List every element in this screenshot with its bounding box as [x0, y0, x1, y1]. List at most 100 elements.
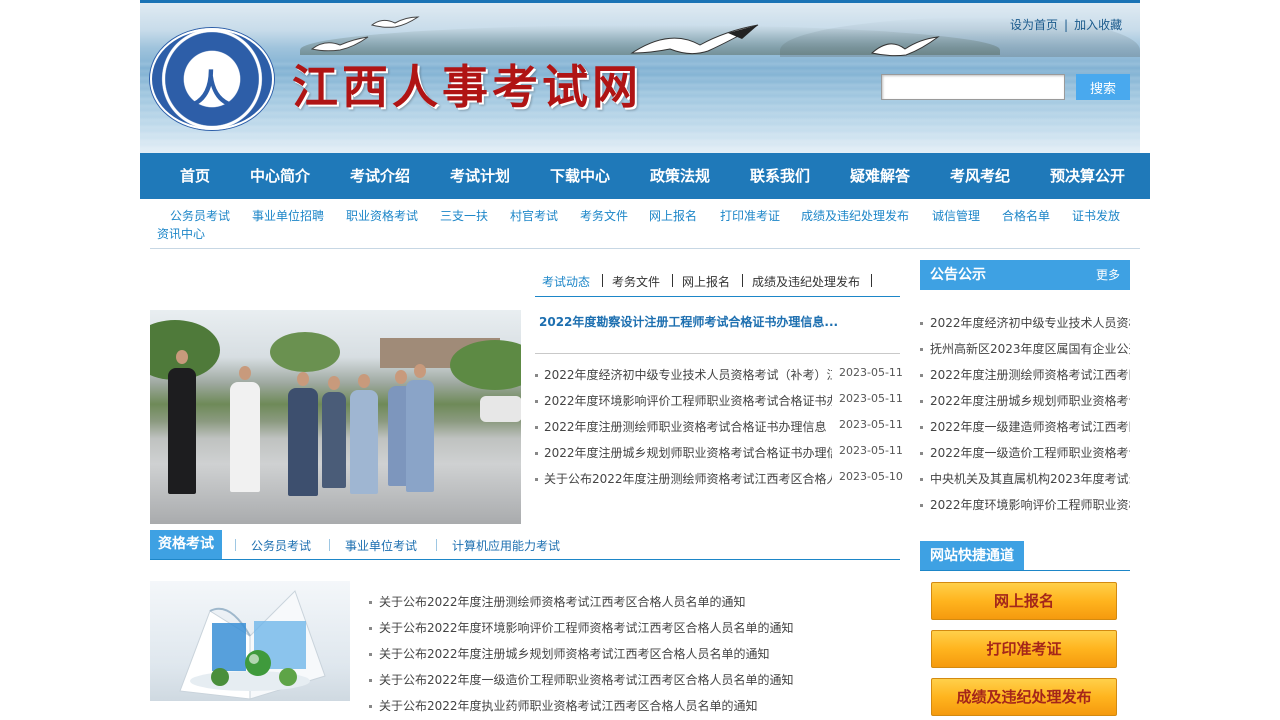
tab-civil-service[interactable]: 公务员考试: [251, 537, 311, 554]
bullet-icon: [920, 504, 923, 507]
nav-item-faq[interactable]: 疑难解答: [850, 153, 910, 199]
divider: [329, 539, 330, 551]
nav-item-budget[interactable]: 预决算公开: [1050, 153, 1125, 199]
main-nav: 首页 中心简介 考试介绍 考试计划 下载中心 政策法规 联系我们 疑难解答 考风…: [140, 153, 1150, 199]
notice-item-title[interactable]: 2022年度一级造价工程师职业资格考试: [930, 444, 1130, 461]
divider: [672, 274, 673, 287]
tab-exam-news[interactable]: 考试动态: [542, 273, 590, 290]
bullet-icon: [920, 374, 923, 377]
bullet-icon: [369, 705, 372, 708]
subnav-item-registration[interactable]: 网上报名: [649, 207, 697, 224]
news-item-title[interactable]: 2022年度注册城乡规划师职业资格考试合格证书办理信息: [544, 444, 832, 461]
subnav-item-qualification[interactable]: 职业资格考试: [346, 207, 418, 224]
notice-item-title[interactable]: 2022年度注册城乡规划师职业资格考试: [930, 392, 1130, 409]
photo-person-head: [239, 366, 251, 380]
list-item: 2022年度注册城乡规划师职业资格考试: [920, 392, 1130, 412]
qual-item-title[interactable]: 关于公布2022年度一级造价工程师职业资格考试江西考区合格人员名单的通知: [379, 671, 794, 688]
nav-item-contact[interactable]: 联系我们: [750, 153, 810, 199]
photo-tree: [270, 332, 340, 372]
notice-item-title[interactable]: 2022年度经济初中级专业技术人员资格考试: [930, 314, 1130, 331]
qual-item-title[interactable]: 关于公布2022年度注册城乡规划师资格考试江西考区合格人员名单的通知: [379, 645, 770, 662]
news-photo[interactable]: [150, 310, 521, 524]
news-item-title[interactable]: 2022年度环境影响评价工程师职业资格考试合格证书办理信息: [544, 392, 832, 409]
notice-item-title[interactable]: 抚州高新区2023年度区属国有企业公开招聘: [930, 340, 1130, 357]
nav-item-policy[interactable]: 政策法规: [650, 153, 710, 199]
nav-item-home[interactable]: 首页: [180, 153, 210, 199]
nav-item-discipline[interactable]: 考风考纪: [950, 153, 1010, 199]
tab-exam-docs[interactable]: 考务文件: [612, 273, 660, 290]
header-banner: 人 江西人事考试网 设为首页 | 加入收藏 搜索: [140, 0, 1140, 153]
scores-button[interactable]: 成绩及违纪处理发布: [931, 678, 1117, 716]
list-item: 关于公布2022年度执业药师职业资格考试江西考区合格人员名单的通知: [369, 697, 889, 717]
qualification-title: 资格考试: [150, 530, 222, 559]
qual-item-title[interactable]: 关于公布2022年度执业药师职业资格考试江西考区合格人员名单的通知: [379, 697, 758, 714]
subnav-item-scores[interactable]: 成绩及违纪处理发布: [801, 207, 909, 224]
set-homepage-link[interactable]: 设为首页: [1010, 18, 1058, 32]
news-item-title[interactable]: 2022年度经济初中级专业技术人员资格考试（补考）江西考区合格人员名单: [544, 366, 832, 383]
photo-tree: [450, 340, 521, 390]
divider: [871, 274, 872, 287]
photo-person-head: [414, 364, 426, 378]
news-item-date: 2023-05-11: [839, 392, 903, 405]
print-ticket-button[interactable]: 打印准考证: [931, 630, 1117, 668]
add-favorite-link[interactable]: 加入收藏: [1074, 18, 1122, 32]
news-headline[interactable]: 2022年度勘察设计注册工程师考试合格证书办理信息...: [539, 313, 838, 330]
search-button[interactable]: 搜索: [1076, 74, 1130, 100]
online-registration-button[interactable]: 网上报名: [931, 582, 1117, 620]
page: 人 江西人事考试网 设为首页 | 加入收藏 搜索 首页 中心简介 考试介绍 考试计划…: [140, 0, 1150, 720]
notice-item-title[interactable]: 2022年度环境影响评价工程师职业资格考试: [930, 496, 1130, 513]
list-item: 2022年度经济初中级专业技术人员资格考试（补考）江西考区合格人员名单 2023…: [535, 366, 903, 386]
bullet-icon: [920, 478, 923, 481]
site-title: 江西人事考试网: [292, 60, 642, 114]
list-item: 关于公布2022年度注册城乡规划师资格考试江西考区合格人员名单的通知: [369, 645, 889, 665]
photo-person: [406, 380, 434, 492]
subnav-item-village[interactable]: 村官考试: [510, 207, 558, 224]
list-item: 2022年度一级建造师资格考试江西考区: [920, 418, 1130, 438]
bullet-icon: [369, 653, 372, 656]
subnav-item-institution[interactable]: 事业单位招聘: [252, 207, 324, 224]
list-item: 2022年度一级造价工程师职业资格考试: [920, 444, 1130, 464]
photo-person-head: [176, 350, 188, 364]
bullet-icon: [535, 374, 538, 377]
tab-institution[interactable]: 事业单位考试: [345, 537, 417, 554]
news-item-title[interactable]: 2022年度注册测绘师职业资格考试合格证书办理信息: [544, 418, 832, 435]
bullet-icon: [920, 400, 923, 403]
tab-scores[interactable]: 成绩及违纪处理发布: [752, 273, 860, 290]
list-item: 关于公布2022年度注册测绘师资格考试江西考区合格人员名单的通知 2023-05…: [535, 470, 903, 490]
photo-person-head: [297, 372, 309, 386]
divider: [235, 539, 236, 551]
bullet-icon: [920, 348, 923, 351]
subnav-item-sanzhi[interactable]: 三支一扶: [440, 207, 488, 224]
bullet-icon: [535, 478, 538, 481]
tab-computer[interactable]: 计算机应用能力考试: [452, 537, 560, 554]
notice-item-title[interactable]: 2022年度一级建造师资格考试江西考区: [930, 418, 1130, 435]
subnav-item-civil-service[interactable]: 公务员考试: [170, 207, 230, 224]
notice-item-title[interactable]: 中央机关及其直属机构2023年度考试录用: [930, 470, 1130, 487]
news-item-title[interactable]: 关于公布2022年度注册测绘师资格考试江西考区合格人员名单的通知: [544, 470, 832, 487]
search-input[interactable]: [881, 74, 1065, 100]
nav-item-exam-intro[interactable]: 考试介绍: [350, 153, 410, 199]
notice-more-link[interactable]: 更多: [1096, 260, 1120, 290]
qual-item-title[interactable]: 关于公布2022年度注册测绘师资格考试江西考区合格人员名单的通知: [379, 593, 746, 610]
list-item: 2022年度注册测绘师职业资格考试合格证书办理信息 2023-05-11: [535, 418, 903, 438]
divider: |: [1064, 18, 1069, 32]
subnav-item-exam-docs[interactable]: 考务文件: [580, 207, 628, 224]
nav-item-exam-plan[interactable]: 考试计划: [450, 153, 510, 199]
divider: [535, 353, 900, 354]
subnav-item-news-center[interactable]: 资讯中心: [157, 225, 205, 242]
tab-registration[interactable]: 网上报名: [682, 273, 730, 290]
subnav-item-integrity[interactable]: 诚信管理: [932, 207, 980, 224]
news-item-date: 2023-05-11: [839, 444, 903, 457]
divider: [742, 274, 743, 287]
subnav-item-qualified-list[interactable]: 合格名单: [1002, 207, 1050, 224]
subnav-item-certificate[interactable]: 证书发放: [1072, 207, 1120, 224]
subnav-item-print-ticket[interactable]: 打印准考证: [720, 207, 780, 224]
photo-person: [230, 382, 260, 492]
sub-nav: 公务员考试 事业单位招聘 职业资格考试 三支一扶 村官考试 考务文件 网上报名 …: [150, 205, 1140, 249]
nav-item-downloads[interactable]: 下载中心: [550, 153, 610, 199]
notice-item-title[interactable]: 2022年度注册测绘师资格考试江西考区: [930, 366, 1130, 383]
photo-person: [288, 388, 318, 496]
nav-item-about[interactable]: 中心简介: [250, 153, 310, 199]
qual-item-title[interactable]: 关于公布2022年度环境影响评价工程师资格考试江西考区合格人员名单的通知: [379, 619, 794, 636]
bullet-icon: [369, 627, 372, 630]
